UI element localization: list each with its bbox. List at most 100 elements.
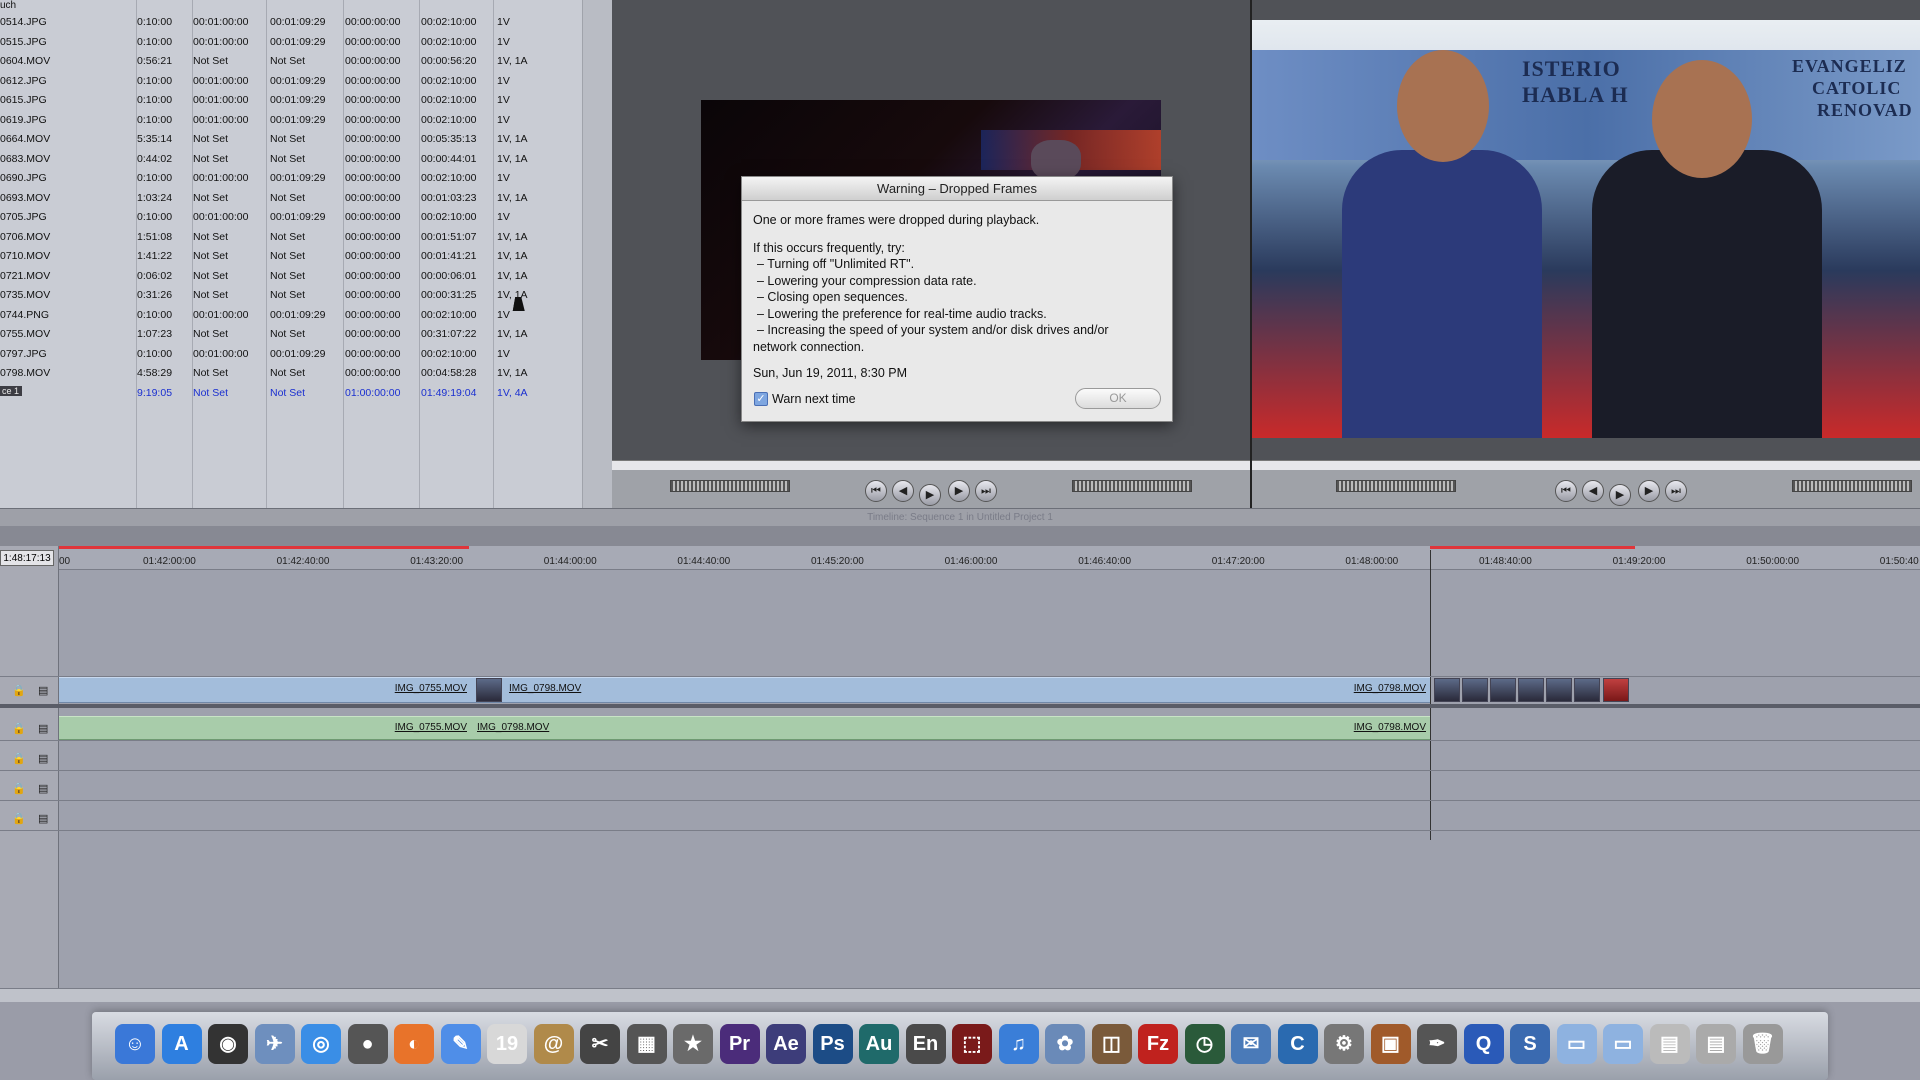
iphoto-icon[interactable]: ✿ bbox=[1045, 1024, 1085, 1064]
audio-clip[interactable]: IMG_0798.MOV IMG_0798.MOV bbox=[471, 716, 1430, 740]
dialog-tip: – Increasing the speed of your system an… bbox=[757, 323, 1109, 337]
app-store-icon[interactable]: A bbox=[161, 1024, 202, 1064]
playhead[interactable] bbox=[1430, 550, 1431, 840]
video-clip[interactable]: IMG_0798.MOV IMG_0798.MOV bbox=[471, 677, 1430, 703]
viewer-play-button[interactable]: ▶ bbox=[919, 484, 941, 506]
viewer-step-back-button[interactable]: ◀ bbox=[892, 480, 914, 502]
browser-row[interactable]: 0797.JPG 0:10:00 00:01:00:00 00:01:09:29 00:… bbox=[0, 345, 612, 365]
canvas-shuttle[interactable] bbox=[1336, 480, 1456, 492]
applications-folder-icon[interactable]: ▭ bbox=[1556, 1024, 1597, 1064]
time-machine-icon[interactable]: ◷ bbox=[1184, 1024, 1225, 1064]
viewer-step-forward-button[interactable]: ▶ bbox=[948, 480, 970, 502]
timeline-horizontal-scrollbar[interactable] bbox=[0, 988, 1920, 1002]
utility-icon[interactable]: ✒ bbox=[1417, 1024, 1457, 1064]
lock-icon[interactable]: 🔒 bbox=[12, 812, 26, 825]
filezilla-icon[interactable]: Fz bbox=[1138, 1024, 1178, 1064]
canvas-next-edit-button[interactable]: ⏭ bbox=[1665, 480, 1687, 502]
browser-scrollbar[interactable] bbox=[582, 0, 612, 508]
viewer-jog[interactable] bbox=[1072, 480, 1192, 492]
itunes-icon[interactable]: ♫ bbox=[998, 1024, 1039, 1064]
browser-row[interactable]: 0710.MOV 1:41:22 Not Set Not Set 00:00:00:00… bbox=[0, 247, 612, 267]
browser-row[interactable]: 0514.JPG 0:10:00 00:01:00:00 00:01:09:29 00:… bbox=[0, 13, 612, 33]
webcam-icon[interactable]: ● bbox=[347, 1024, 388, 1064]
browser-row[interactable]: 0798.MOV 4:58:29 Not Set Not Set 00:00:00:00… bbox=[0, 364, 612, 384]
preview-icon[interactable]: ✈ bbox=[254, 1024, 295, 1064]
canvas-prev-edit-button[interactable]: ⏮ bbox=[1555, 480, 1577, 502]
canvas-step-forward-button[interactable]: ▶ bbox=[1638, 480, 1660, 502]
downloads-stack-icon[interactable]: ▤ bbox=[1649, 1024, 1690, 1064]
browser-row[interactable]: 0690.JPG 0:10:00 00:01:00:00 00:01:09:29 00:… bbox=[0, 169, 612, 189]
dashboard-icon[interactable]: ◉ bbox=[208, 1024, 248, 1064]
video-clip[interactable]: IMG_0755.MOV bbox=[59, 677, 471, 703]
trash-icon[interactable]: 🗑 bbox=[1742, 1024, 1783, 1064]
ok-button[interactable]: OK bbox=[1075, 388, 1161, 409]
final-cut-icon[interactable]: ✂ bbox=[580, 1024, 620, 1064]
safari-icon[interactable]: ◎ bbox=[301, 1024, 341, 1064]
browser-row[interactable]: 0721.MOV 0:06:02 Not Set Not Set 00:00:00:00… bbox=[0, 267, 612, 287]
script-editor-icon[interactable]: ✉ bbox=[1231, 1024, 1271, 1064]
cp-app-icon[interactable]: S bbox=[1510, 1024, 1550, 1064]
browser-cell: 1V, 1A bbox=[497, 55, 528, 67]
quicktime-icon[interactable]: Q bbox=[1463, 1024, 1504, 1064]
browser-row[interactable]: 0619.JPG 0:10:00 00:01:00:00 00:01:09:29 00:… bbox=[0, 111, 612, 131]
c-app-icon[interactable]: C bbox=[1277, 1024, 1318, 1064]
person-left-body bbox=[1342, 150, 1542, 438]
track-toggle-icon[interactable]: ▤ bbox=[38, 722, 48, 735]
canvas-step-back-button[interactable]: ◀ bbox=[1582, 480, 1604, 502]
firefox-icon[interactable]: ◐ bbox=[394, 1024, 434, 1064]
track-toggle-icon[interactable]: ▤ bbox=[38, 684, 48, 697]
image-capture-icon[interactable]: ◫ bbox=[1091, 1024, 1132, 1064]
keynote-icon[interactable]: ▣ bbox=[1370, 1024, 1411, 1064]
browser-row[interactable]: 0706.MOV 1:51:08 Not Set Not Set 00:00:00:00… bbox=[0, 228, 612, 248]
track-toggle-icon[interactable]: ▤ bbox=[38, 782, 48, 795]
lock-icon[interactable]: 🔒 bbox=[12, 684, 26, 697]
encore-icon[interactable]: En bbox=[905, 1024, 946, 1064]
browser-row[interactable]: 0693.MOV 1:03:24 Not Set Not Set 00:00:00:00… bbox=[0, 189, 612, 209]
premiere-icon[interactable]: Pr bbox=[719, 1024, 760, 1064]
canvas-jog[interactable] bbox=[1792, 480, 1912, 492]
documents-folder-icon[interactable]: ▭ bbox=[1603, 1024, 1643, 1064]
calendar-icon[interactable]: 19 bbox=[487, 1024, 527, 1064]
canvas-scrubber[interactable] bbox=[1252, 460, 1920, 470]
lock-icon[interactable]: 🔒 bbox=[12, 722, 26, 735]
browser-row[interactable]: 0664.MOV 5:35:14 Not Set Not Set 00:00:00:00… bbox=[0, 130, 612, 150]
viewer-prev-edit-button[interactable]: ⏮ bbox=[865, 480, 887, 502]
browser-cell: 4:58:29 bbox=[137, 367, 173, 379]
viewer-next-edit-button[interactable]: ⏭ bbox=[975, 480, 997, 502]
audio-clip[interactable]: IMG_0755.MOV bbox=[59, 716, 471, 740]
current-timecode[interactable]: 1:48:17:13 bbox=[0, 550, 54, 566]
lock-icon[interactable]: 🔒 bbox=[12, 752, 26, 765]
warn-next-time-checkbox[interactable]: ✓ bbox=[754, 392, 768, 406]
audition-icon[interactable]: Au bbox=[859, 1024, 899, 1064]
dialog-timestamp: Sun, Jun 19, 2011, 8:30 PM bbox=[753, 366, 908, 380]
browser-row[interactable]: 0683.MOV 0:44:02 Not Set Not Set 00:00:00:00… bbox=[0, 150, 612, 170]
address-book-icon[interactable]: @ bbox=[533, 1024, 574, 1064]
browser-cell: 0710.MOV bbox=[0, 250, 51, 262]
browser-cell: 00:00:06:01 bbox=[421, 269, 477, 282]
ruler-tick-label: 01:44:40:00 bbox=[677, 556, 731, 567]
lock-icon[interactable]: 🔒 bbox=[12, 782, 26, 795]
browser-row[interactable]: 0615.JPG 0:10:00 00:01:00:00 00:01:09:29 00:… bbox=[0, 91, 612, 111]
canvas-play-button[interactable]: ▶ bbox=[1609, 484, 1631, 506]
track-toggle-icon[interactable]: ▤ bbox=[38, 812, 48, 825]
clapper-icon[interactable]: ▦ bbox=[626, 1024, 667, 1064]
photoshop-icon[interactable]: Ps bbox=[812, 1024, 853, 1064]
ichat-icon[interactable]: ✎ bbox=[440, 1024, 481, 1064]
acrobat-icon[interactable]: ⬚ bbox=[952, 1024, 992, 1064]
viewer-shuttle[interactable] bbox=[670, 480, 790, 492]
system-preferences-icon[interactable]: ⚙ bbox=[1324, 1024, 1364, 1064]
browser-row[interactable]: 0515.JPG 0:10:00 00:01:00:00 00:01:09:29 00:… bbox=[0, 33, 612, 53]
after-effects-icon[interactable]: Ae bbox=[766, 1024, 806, 1064]
ruler-tick-label: 01:42:40:00 bbox=[276, 556, 330, 567]
track-toggle-icon[interactable]: ▤ bbox=[38, 752, 48, 765]
browser-row[interactable]: 0705.JPG 0:10:00 00:01:00:00 00:01:09:29 00:… bbox=[0, 208, 612, 228]
timeline-ruler[interactable]: 00 01:42:00:00 01:42:40:00 01:43:20:00 01:44… bbox=[59, 546, 1920, 570]
browser-row[interactable]: 0604.MOV 0:56:21 Not Set Not Set 00:00:00:00… bbox=[0, 52, 612, 72]
browser-row[interactable]: 0755.MOV 1:07:23 Not Set Not Set 00:00:00:00… bbox=[0, 325, 612, 345]
desktop-stack-icon[interactable]: ▤ bbox=[1696, 1024, 1736, 1064]
finder-icon[interactable]: ☺ bbox=[115, 1024, 155, 1064]
viewer-scrubber[interactable] bbox=[612, 460, 1250, 470]
imovie-icon[interactable]: ★ bbox=[673, 1024, 713, 1064]
browser-row[interactable]: 0612.JPG 0:10:00 00:01:00:00 00:01:09:29 00:… bbox=[0, 72, 612, 92]
browser-row-selected[interactable]: ce 1 9:19:05 Not Set Not Set 01:00:00:00 01:4… bbox=[0, 384, 612, 404]
